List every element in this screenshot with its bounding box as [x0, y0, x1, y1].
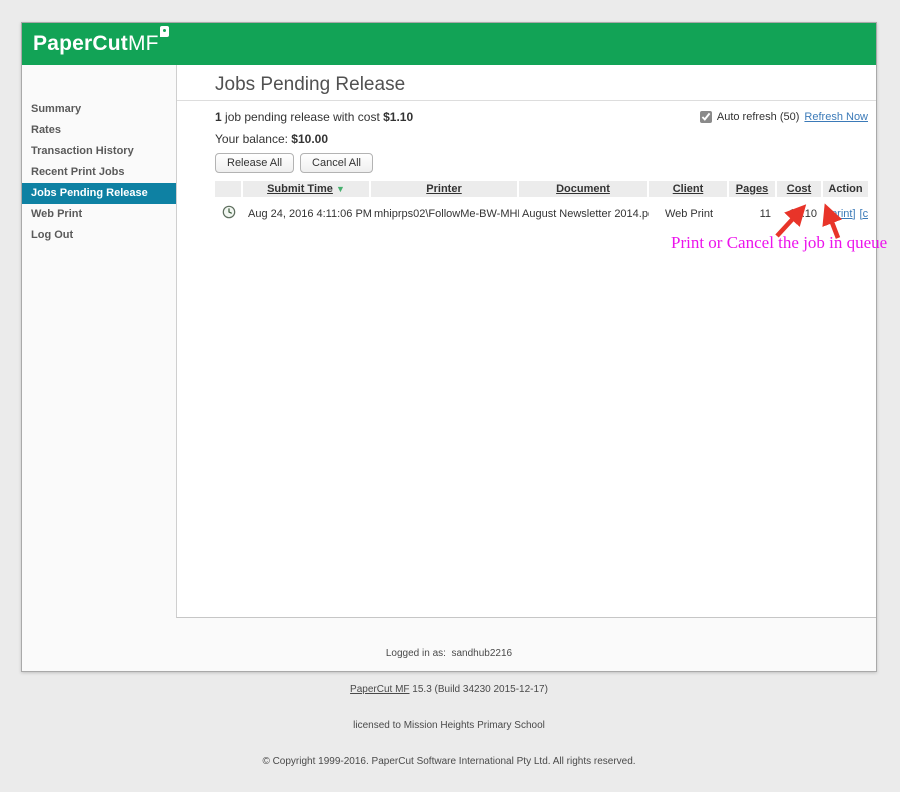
table-header-row: Submit Time ▼ Printer Document Client Pa…	[215, 181, 868, 197]
balance-label: Your balance:	[215, 132, 291, 146]
footer-license: licensed to Mission Heights Primary Scho…	[22, 720, 876, 732]
header-pages: Pages	[729, 181, 777, 197]
main-panel: Jobs Pending Release 1 job pending relea…	[176, 65, 876, 618]
sort-desc-icon: ▼	[336, 184, 345, 194]
printer-sort-link[interactable]: Printer	[426, 183, 461, 195]
header-action: Action	[823, 181, 868, 197]
body-row: Summary Rates Transaction History Recent…	[22, 65, 876, 618]
document-sort-link[interactable]: Document	[556, 183, 610, 195]
footer-version: PaperCut MF 15.3 (Build 34230 2015-12-17…	[22, 684, 876, 696]
footer: Logged in as: sandhub2216 PaperCut MF 15…	[22, 618, 876, 673]
auto-refresh-checkbox[interactable]	[700, 111, 712, 123]
sidebar-item-web-print[interactable]: Web Print	[22, 204, 176, 225]
cell-submit-time: Aug 24, 2016 4:11:06 PM	[243, 197, 371, 226]
auto-refresh-controls: Auto refresh (50) Refresh Now	[700, 111, 868, 123]
header-icon-column	[215, 181, 243, 197]
sidebar-item-jobs-pending-release[interactable]: Jobs Pending Release	[22, 183, 176, 204]
refresh-now-link[interactable]: Refresh Now	[804, 111, 868, 123]
logo-text-papercut: PaperCut	[33, 32, 128, 55]
annotation-text: Print or Cancel the job in queue	[671, 233, 887, 253]
cost-sort-link[interactable]: Cost	[787, 183, 811, 195]
papercut-mf-link[interactable]: PaperCut MF	[350, 684, 409, 695]
client-sort-link[interactable]: Client	[673, 183, 704, 195]
papercut-logo: PaperCutMF	[33, 32, 169, 56]
header-client: Client	[649, 181, 729, 197]
header-submit-time: Submit Time ▼	[243, 181, 371, 197]
pending-count: 1	[215, 110, 222, 124]
header-printer: Printer	[371, 181, 519, 197]
app-header: PaperCutMF	[22, 23, 876, 65]
pending-status-text: 1 job pending release with cost $1.10	[215, 110, 413, 124]
sidebar-item-recent-print-jobs[interactable]: Recent Print Jobs	[22, 162, 176, 183]
balance-value: $10.00	[291, 132, 328, 146]
logo-flag-icon	[160, 26, 169, 37]
sidebar-item-log-out[interactable]: Log Out	[22, 225, 176, 246]
sidebar-item-transaction-history[interactable]: Transaction History	[22, 141, 176, 162]
sidebar-item-summary[interactable]: Summary	[22, 99, 176, 120]
logo-text-mf: MF	[128, 32, 159, 55]
balance-text: Your balance: $10.00	[215, 132, 868, 146]
cell-status-icon	[215, 197, 243, 226]
cell-printer: mhiprps02\FollowMe-BW-MHP	[371, 197, 519, 226]
sidebar-nav: Summary Rates Transaction History Recent…	[22, 65, 176, 618]
cell-client: Web Print	[649, 197, 729, 226]
footer-version-rest: 15.3 (Build 34230 2015-12-17)	[410, 684, 548, 695]
pending-text: job pending release with cost	[222, 110, 383, 124]
footer-logged-in: Logged in as: sandhub2216	[22, 648, 876, 660]
header-cost: Cost	[777, 181, 823, 197]
pages-sort-link[interactable]: Pages	[736, 183, 768, 195]
auto-refresh-label: Auto refresh (50)	[717, 111, 800, 123]
submit-time-sort-link[interactable]: Submit Time	[267, 183, 333, 195]
footer-copyright: © Copyright 1999-2016. PaperCut Software…	[22, 756, 876, 768]
page-title: Jobs Pending Release	[177, 65, 876, 101]
header-document: Document	[519, 181, 649, 197]
cell-document: August Newsletter 2014.pdf	[519, 197, 649, 226]
cancel-all-button[interactable]: Cancel All	[300, 153, 373, 173]
sidebar-item-rates[interactable]: Rates	[22, 120, 176, 141]
app-window: PaperCutMF Summary Rates Transaction His…	[21, 22, 877, 672]
pending-cost: $1.10	[383, 110, 413, 124]
release-all-button[interactable]: Release All	[215, 153, 294, 173]
pending-clock-icon	[222, 205, 236, 219]
